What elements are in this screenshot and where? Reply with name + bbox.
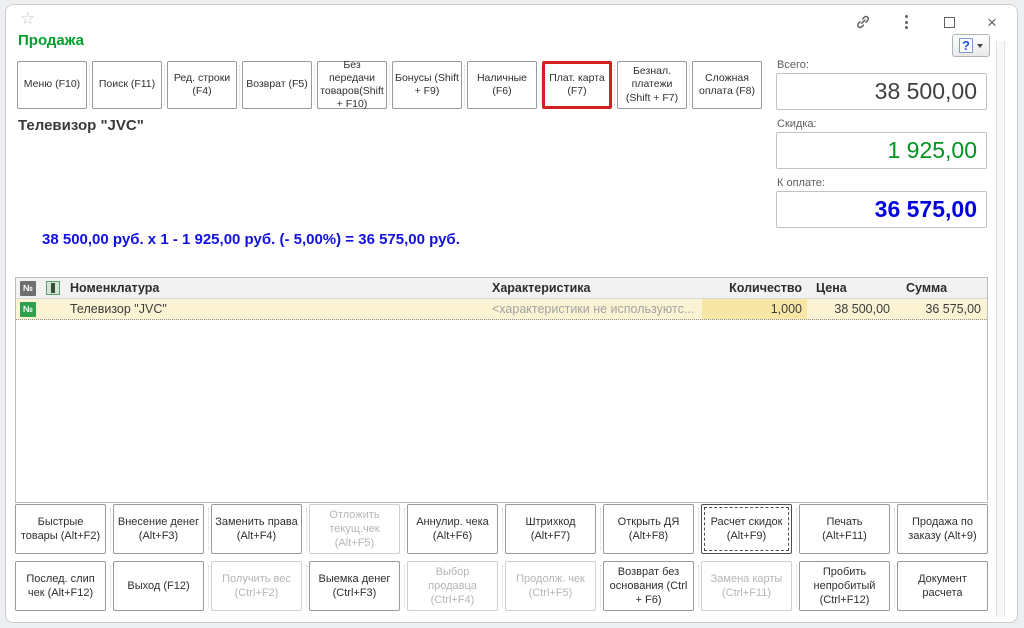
current-product-title: Телевизор "JVC" [18,117,144,134]
change-rights-button[interactable]: Заменить права (Alt+F4) [211,504,302,554]
nomenclature-header[interactable]: Номенклатура [66,281,489,295]
marker-column-header[interactable] [40,281,66,295]
punch-unpunched-button[interactable]: Пробить непробитый (Ctrl+F12) [799,561,890,611]
column-marker-icon [46,281,60,295]
characteristic-header[interactable]: Характеристика [489,281,702,295]
price-cell[interactable]: 38 500,00 [807,302,895,316]
edit-row-button[interactable]: Ред. строки (F4) [167,61,237,109]
search-button[interactable]: Поиск (F11) [92,61,162,109]
vertical-scrollbar[interactable] [996,41,1005,617]
more-menu-icon[interactable] [897,13,915,31]
row-number-icon: № [20,302,36,317]
chevron-down-icon [977,44,983,48]
number-icon: № [20,281,36,296]
last-slip-receipt-button[interactable]: Послед. слип чек (Alt+F12) [15,561,106,611]
help-button[interactable]: ? [952,34,990,57]
withdraw-money-button[interactable]: Выемка денег (Ctrl+F3) [309,561,400,611]
actions-row-1: Быстрые товары (Alt+F2) Внесение денег (… [15,504,988,554]
sale-window: ☆ × Продажа ? Меню (F10) Поиск (F11) Ред… [5,4,1018,623]
discount-calculation-line: 38 500,00 руб. x 1 - 1 925,00 руб. (- 5,… [42,231,460,248]
discount-value-field: 1 925,00 [776,132,987,169]
sum-header[interactable]: Сумма [895,281,987,295]
help-icon: ? [959,38,973,53]
to-pay-value-field: 36 575,00 [776,191,987,228]
items-table: № Номенклатура Характеристика Количество… [15,277,988,503]
get-weight-button: Получить вес (Ctrl+F2) [211,561,302,611]
select-seller-button: Выбор продавца (Ctrl+F4) [407,561,498,611]
return-without-reason-button[interactable]: Возврат без основания (Ctrl + F6) [603,561,694,611]
price-header[interactable]: Цена [807,281,895,295]
favorite-star-icon[interactable]: ☆ [20,9,35,29]
link-icon[interactable] [854,13,872,31]
row-number-header[interactable]: № [16,281,40,296]
total-label: Всего: [777,59,987,71]
cashless-payments-button[interactable]: Безнал. платежи (Shift + F7) [617,61,687,109]
calculate-discounts-button[interactable]: Расчет скидок (Alt+F9) [701,504,792,554]
close-icon[interactable]: × [983,13,1001,31]
no-goods-transfer-button[interactable]: Без передачи товаров(Shift + F10) [317,61,387,109]
table-header-row: № Номенклатура Характеристика Количество… [16,278,987,299]
return-button[interactable]: Возврат (F5) [242,61,312,109]
characteristic-cell[interactable]: <характеристики не используютс... [489,302,702,316]
to-pay-label: К оплате: [777,177,987,189]
quantity-cell[interactable]: 1,000 [702,299,807,319]
actions-row-2: Послед. слип чек (Alt+F12) Выход (F12) П… [15,561,988,611]
quick-goods-button[interactable]: Быстрые товары (Alt+F2) [15,504,106,554]
maximize-icon[interactable] [940,13,958,31]
exit-button[interactable]: Выход (F12) [113,561,204,611]
total-value-field: 38 500,00 [776,73,987,110]
barcode-button[interactable]: Штрихкод (Alt+F7) [505,504,596,554]
window-controls: × [854,13,1001,31]
complex-payment-button[interactable]: Сложная оплата (F8) [692,61,762,109]
sum-cell[interactable]: 36 575,00 [895,302,987,316]
quantity-header[interactable]: Количество [702,281,807,295]
replace-card-button: Замена карты (Ctrl+F11) [701,561,792,611]
continue-receipt-button: Продолж. чек (Ctrl+F5) [505,561,596,611]
menu-button[interactable]: Меню (F10) [17,61,87,109]
pos-screen: ☆ × Продажа ? Меню (F10) Поиск (F11) Ред… [0,0,1024,628]
totals-panel: Всего: 38 500,00 Скидка: 1 925,00 К опла… [776,59,987,236]
open-cash-drawer-button[interactable]: Открыть ДЯ (Alt+F8) [603,504,694,554]
page-title: Продажа [18,32,84,49]
discount-label: Скидка: [777,118,987,130]
cancel-receipt-button[interactable]: Аннулир. чека (Alt+F6) [407,504,498,554]
settlement-document-button[interactable]: Документ расчета [897,561,988,611]
print-button[interactable]: Печать (Alt+F11) [799,504,890,554]
bonuses-button[interactable]: Бонусы (Shift + F9) [392,61,462,109]
table-row[interactable]: № Телевизор "JVC" <характеристики не исп… [16,299,987,320]
nomenclature-cell[interactable]: Телевизор "JVC" [66,302,489,316]
postpone-receipt-button: Отложить текущ.чек (Alt+F5) [309,504,400,554]
cash-button[interactable]: Наличные (F6) [467,61,537,109]
sale-by-order-button[interactable]: Продажа по заказу (Alt+9) [897,504,988,554]
payment-card-button[interactable]: Плат. карта (F7) [542,61,612,109]
command-bar: Меню (F10) Поиск (F11) Ред. строки (F4) … [17,61,772,109]
deposit-money-button[interactable]: Внесение денег (Alt+F3) [113,504,204,554]
row-number-cell: № [16,302,40,317]
